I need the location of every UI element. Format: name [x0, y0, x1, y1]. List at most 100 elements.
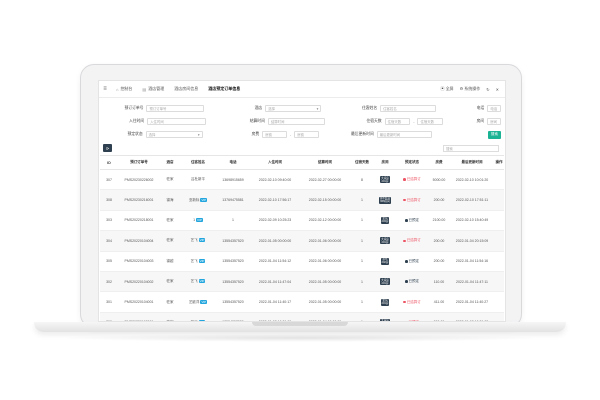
top-navigation: ≡ ⌂ 控制台 ▤ 酒店管理 酒店房间信息 酒店预定订单信息 ▣ 全屏 ⚙ 系统操作… — [99, 81, 505, 98]
vip-badge: VIP — [198, 279, 206, 284]
table-row[interactable]: 301 PMS20220104001 驻家 艺欧洋 VIP 13554357520 2022… — [100, 291, 504, 313]
guest-name-text: 吕杜新平 — [191, 177, 205, 182]
room-number: 201房 — [381, 302, 389, 306]
cell-price: 2100.00 — [428, 210, 450, 232]
column-header[interactable]: 住客姓名 — [180, 155, 216, 170]
guest-name-label: 住客姓名 — [361, 106, 378, 110]
close-icon[interactable]: ✕ — [496, 87, 499, 92]
column-header[interactable]: 操作 — [494, 155, 504, 170]
tab-room-info[interactable]: 酒店房间信息 — [169, 81, 203, 97]
column-header[interactable]: ID — [100, 155, 118, 170]
column-header[interactable]: 房费 — [428, 155, 450, 170]
cell-actions — [494, 169, 504, 191]
hotel-select[interactable]: 选择 — [265, 105, 322, 112]
room-badge: 大床房201房 — [380, 176, 390, 184]
price-from-input[interactable]: 房费 — [262, 131, 287, 138]
guest-name-text: 艺飞 — [190, 238, 198, 243]
table-row[interactable]: 307 PMS20230226002 驻家 吕杜新平 13698915659 2022-0… — [100, 169, 504, 191]
checkin-input[interactable]: 入住时间 — [147, 118, 207, 125]
room-badge: 豪华套房 666房间 — [378, 196, 392, 204]
updated-label: 最后更新时间 — [351, 132, 374, 136]
vip-badge: VIP — [200, 299, 208, 304]
vip-badge: VIP — [196, 218, 203, 223]
order-no-input[interactable]: 预订订单号 — [146, 105, 205, 112]
cell-hotel: 锦海 — [160, 189, 180, 211]
room-number: 666房间 — [380, 200, 390, 204]
system-ops-button[interactable]: ⚙ 系统操作 — [460, 86, 481, 92]
cell-actions — [494, 210, 504, 232]
room-input[interactable]: 房间 — [487, 118, 501, 125]
column-header[interactable]: 最后更新时间 — [450, 155, 494, 170]
nights-to-input[interactable]: 住宿天数 — [417, 118, 444, 125]
room-number: 201房 — [381, 240, 389, 244]
booking-table: ID 预订订单号 酒店 住客姓名 电话 入住时间 结算时间 住宿天数 房间 预定状态 房费 最后更新时… — [100, 155, 504, 322]
vip-badge: VIP — [200, 197, 208, 202]
cell-order-no: PMS20230216001 — [118, 189, 160, 211]
tab-dashboard[interactable]: ⌂ 控制台 — [111, 81, 137, 97]
status-select[interactable]: 选择 — [145, 131, 203, 138]
status-dot-icon — [403, 178, 406, 181]
column-header[interactable]: 入住时间 — [250, 155, 300, 170]
table-row[interactable]: 304 PMS20220104004 驻家 艺飞 VIP 13554357520 2022-… — [100, 230, 504, 252]
cell-room: 豪华套房 666房间 — [374, 189, 396, 211]
column-header[interactable]: 住宿天数 — [350, 155, 374, 170]
room-label: 房间 — [476, 119, 485, 123]
cell-checkout: 2022-01-04 00:00:00 — [300, 312, 350, 321]
guest-name-input[interactable]: 住客姓名 — [380, 105, 437, 112]
cell-guest-name: 1 VIP — [180, 210, 216, 232]
phone-input[interactable]: 电话 — [487, 105, 501, 112]
status-indicator: 已预定 — [404, 279, 419, 284]
filter-form: 预订订单号 预订订单号 酒店 选择 住客姓名 住客姓名 电话 电话 入住时间 入… — [99, 98, 505, 141]
cell-guest-name: 艺飞 VIP — [180, 312, 216, 322]
status-text: 已结算订 — [406, 197, 421, 202]
status-indicator: 已预定 — [404, 259, 419, 264]
room-number: 201房 — [381, 281, 389, 285]
room-type: 大床房 — [381, 319, 389, 322]
cell-id: 301 — [100, 291, 118, 313]
column-header[interactable]: 电话 — [216, 155, 250, 170]
checkout-input[interactable]: 结算时间 — [267, 118, 325, 125]
nights-from-input[interactable]: 住宿天数 — [384, 118, 411, 125]
vip-badge: VIP — [198, 319, 206, 322]
table-row[interactable]: 302 PMS20220104002 驻家 艺飞 VIP 13554357520 2022-… — [100, 271, 504, 293]
cell-room: 大床房201房 — [374, 169, 396, 191]
cell-updated: 2022-01-03 10:21:08 — [450, 312, 494, 321]
cell-checkin: 2022-02-10 09:40:00 — [250, 169, 300, 191]
cell-nights: 1 — [350, 312, 374, 321]
column-header[interactable]: 结算时间 — [300, 155, 350, 170]
menu-icon[interactable]: ≡ — [99, 86, 111, 92]
table-row[interactable]: 300PMS20220103001驻家艺飞VIP135543575202022-… — [100, 312, 504, 322]
column-header[interactable]: 预订订单号 — [118, 155, 160, 170]
tab-booking-orders[interactable]: 酒店预定订单信息 — [203, 81, 245, 97]
table-search-input[interactable]: 搜索 — [443, 144, 499, 152]
fullscreen-button[interactable]: ▣ 全屏 — [440, 86, 453, 92]
cell-checkout: 2022-02-27 00:00:00 — [300, 169, 350, 191]
search-button[interactable]: 搜索 — [487, 130, 501, 139]
price-to-input[interactable]: 房费 — [294, 131, 320, 138]
cell-guest-name: 艺飞 VIP — [180, 230, 216, 252]
cell-id: 302 — [100, 271, 118, 293]
refresh-table-icon[interactable]: ⟳ — [103, 144, 112, 152]
room-badge: 套房 203房 — [380, 216, 390, 224]
table-row[interactable]: 303 PMS20220218001 驻家 1 VIP 1 2022-02-09 10:25… — [100, 210, 504, 232]
updated-input[interactable]: 最后更新时间 — [376, 131, 432, 138]
table-row[interactable]: 308 PMS20230216001 锦海 亚新标 VIP 13769475581 2022… — [100, 189, 504, 211]
cell-checkout: 2022-01-06 00:00:00 — [300, 230, 350, 252]
column-header[interactable]: 酒店 — [160, 155, 180, 170]
tab-hotel-management[interactable]: ▤ 酒店管理 — [137, 81, 169, 97]
cell-updated: 2022-02-10 15:40:49 — [450, 210, 494, 232]
status-dot-icon — [403, 198, 406, 202]
column-header[interactable]: 房间 — [374, 155, 396, 170]
refresh-icon[interactable]: ↻ — [486, 87, 489, 92]
cell-hotel: 驻家 — [160, 230, 180, 252]
cell-checkout: 2022-02-12 00:00:00 — [300, 210, 350, 232]
room-number: 202房 — [381, 261, 389, 265]
cell-checkout: 2022-01-06 00:00:00 — [300, 251, 350, 272]
status-indicator: 已预定 — [404, 218, 419, 223]
phone-label: 电话 — [476, 106, 485, 110]
cell-id: 304 — [100, 230, 118, 252]
table-row[interactable]: 305 PMS20220104003 锦越 艺飞 VIP 13554357520 2022-… — [100, 251, 504, 272]
column-header[interactable]: 预定状态 — [396, 155, 428, 170]
cell-order-no: PMS20220104002 — [118, 271, 160, 293]
cell-checkin: 2022-01-03 10:21:00 — [250, 312, 300, 321]
